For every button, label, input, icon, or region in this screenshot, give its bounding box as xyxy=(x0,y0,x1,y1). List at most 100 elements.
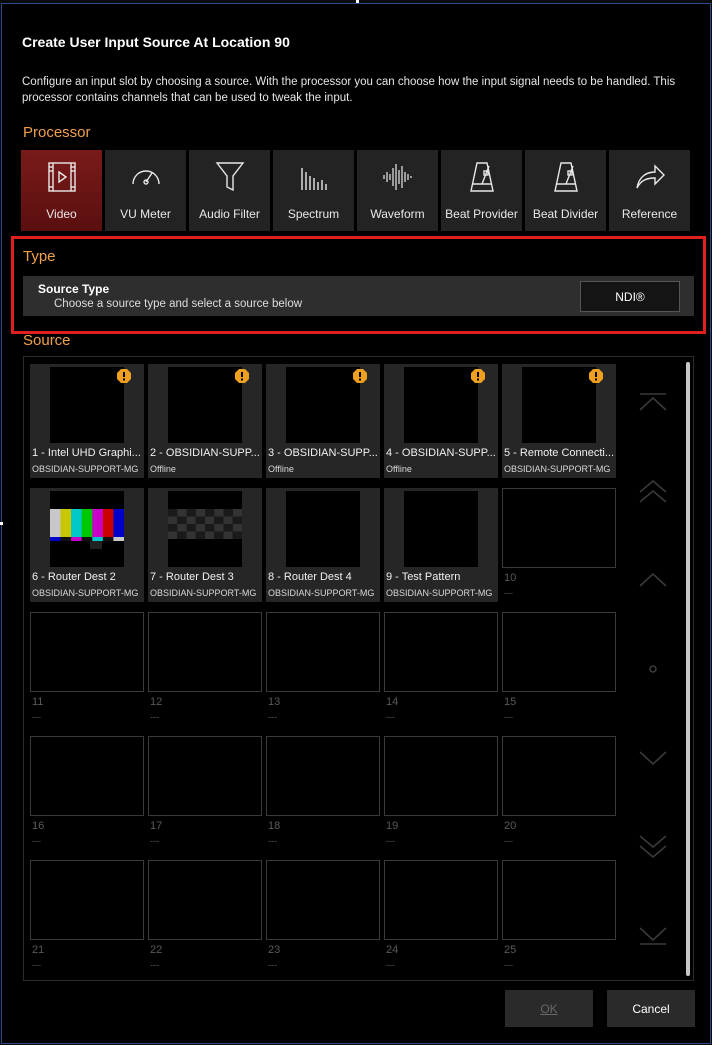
source-thumbnail xyxy=(502,860,616,940)
source-thumbnail xyxy=(502,736,616,816)
source-tile[interactable]: 24 --- xyxy=(384,860,498,974)
ok-button[interactable]: OK xyxy=(505,990,593,1027)
source-tile[interactable]: 1 - Intel UHD Graphi... OBSIDIAN-SUPPORT-… xyxy=(30,364,144,478)
source-name: 23 xyxy=(268,944,281,956)
source-tile[interactable]: 10 --- xyxy=(502,488,616,602)
source-tile[interactable]: 21 --- xyxy=(30,860,144,974)
source-name: 9 - Test Pattern xyxy=(386,571,461,583)
line-down-icon[interactable] xyxy=(636,742,670,772)
source-tile[interactable]: 18 --- xyxy=(266,736,380,850)
source-name: 14 xyxy=(386,696,399,708)
source-name: 18 xyxy=(268,820,281,832)
source-host: --- xyxy=(32,836,41,846)
source-name: 22 xyxy=(150,944,163,956)
source-thumbnail xyxy=(148,860,262,940)
source-host: Offline xyxy=(268,464,294,474)
page-down-icon[interactable] xyxy=(636,830,670,860)
first-page-icon[interactable] xyxy=(636,390,670,420)
source-thumbnail xyxy=(384,860,498,940)
source-thumbnail xyxy=(266,860,380,940)
source-tile[interactable]: 16 --- xyxy=(30,736,144,850)
source-tile[interactable]: 22 --- xyxy=(148,860,262,974)
center-dot-icon[interactable] xyxy=(636,654,670,684)
source-tile[interactable]: 15 --- xyxy=(502,612,616,726)
processor-beat-divider-button[interactable]: Beat Divider xyxy=(525,150,606,231)
warning-icon xyxy=(116,368,132,384)
source-tile[interactable]: 25 --- xyxy=(502,860,616,974)
source-host: --- xyxy=(150,712,159,722)
source-thumbnail xyxy=(502,612,616,692)
cancel-button[interactable]: Cancel xyxy=(607,990,695,1027)
source-tile[interactable]: 8 - Router Dest 4 OBSIDIAN-SUPPORT-MG xyxy=(266,488,380,602)
processor-reference-button[interactable]: Reference xyxy=(609,150,690,231)
last-page-icon[interactable] xyxy=(636,918,670,948)
source-type-button[interactable]: NDI® xyxy=(580,281,680,312)
source-thumbnail xyxy=(384,612,498,692)
source-host: OBSIDIAN-SUPPORT-MG xyxy=(504,464,611,474)
source-host: --- xyxy=(268,836,277,846)
source-name: 5 - Remote Connecti... xyxy=(504,447,614,459)
metronome-icon xyxy=(549,160,583,194)
source-thumbnail xyxy=(168,367,242,443)
page-up-icon[interactable] xyxy=(636,478,670,508)
source-host: --- xyxy=(268,712,277,722)
source-name: 7 - Router Dest 3 xyxy=(150,571,234,583)
source-thumbnail xyxy=(30,860,144,940)
source-tile[interactable]: 7 - Router Dest 3 OBSIDIAN-SUPPORT-MG xyxy=(148,488,262,602)
source-type-title: Source Type xyxy=(38,282,110,296)
source-name: 3 - OBSIDIAN-SUPP... xyxy=(268,447,378,459)
waveform-icon xyxy=(381,160,415,194)
processor-spectrum-button[interactable]: Spectrum xyxy=(273,150,354,231)
source-thumbnail xyxy=(266,612,380,692)
source-thumbnail xyxy=(30,612,144,692)
source-name: 4 - OBSIDIAN-SUPP... xyxy=(386,447,496,459)
line-up-icon[interactable] xyxy=(636,566,670,596)
source-thumbnail xyxy=(404,491,478,567)
ok-button-label: OK xyxy=(540,1001,558,1016)
source-tile[interactable]: 14 --- xyxy=(384,612,498,726)
source-thumbnail xyxy=(148,612,262,692)
warning-icon xyxy=(234,368,250,384)
source-tile[interactable]: 9 - Test Pattern OBSIDIAN-SUPPORT-MG xyxy=(384,488,498,602)
source-tile[interactable]: 3 - OBSIDIAN-SUPP... Offline xyxy=(266,364,380,478)
source-tile[interactable]: 19 --- xyxy=(384,736,498,850)
source-tile[interactable]: 5 - Remote Connecti... OBSIDIAN-SUPPORT-M… xyxy=(502,364,616,478)
source-thumbnail xyxy=(30,736,144,816)
source-tile[interactable]: 2 - OBSIDIAN-SUPP... Offline xyxy=(148,364,262,478)
source-host: OBSIDIAN-SUPPORT-MG xyxy=(268,588,375,598)
source-tile[interactable]: 6 - Router Dest 2 OBSIDIAN-SUPPORT-MG xyxy=(30,488,144,602)
scrollbar[interactable] xyxy=(686,362,690,976)
source-name: 1 - Intel UHD Graphi... xyxy=(32,447,141,459)
source-thumbnail xyxy=(522,367,596,443)
processor-button-label: Waveform xyxy=(370,207,425,221)
source-tile[interactable]: 13 --- xyxy=(266,612,380,726)
source-thumbnail xyxy=(266,736,380,816)
source-host: --- xyxy=(150,960,159,970)
source-host: --- xyxy=(504,836,513,846)
processor-vu-meter-button[interactable]: VU Meter xyxy=(105,150,186,231)
color-bars-thumbnail xyxy=(50,491,125,567)
source-tile[interactable]: 12 --- xyxy=(148,612,262,726)
source-host: Offline xyxy=(150,464,176,474)
processor-beat-provider-button[interactable]: Beat Provider xyxy=(441,150,522,231)
funnel-icon xyxy=(213,160,247,194)
source-host: --- xyxy=(504,588,513,598)
processor-waveform-button[interactable]: Waveform xyxy=(357,150,438,231)
source-tile[interactable]: 20 --- xyxy=(502,736,616,850)
dialog-title: Create User Input Source At Location 90 xyxy=(22,34,290,50)
processor-video-button[interactable]: Video xyxy=(21,150,102,231)
source-host: --- xyxy=(386,836,395,846)
processor-audio-filter-button[interactable]: Audio Filter xyxy=(189,150,270,231)
source-host: OBSIDIAN-SUPPORT-MG xyxy=(32,588,139,598)
source-host: --- xyxy=(32,960,41,970)
source-tile[interactable]: 11 --- xyxy=(30,612,144,726)
source-tile[interactable]: 17 --- xyxy=(148,736,262,850)
source-tile[interactable]: 23 --- xyxy=(266,860,380,974)
edge-marker xyxy=(0,522,3,525)
processor-button-label: Video xyxy=(46,207,77,221)
source-tile[interactable]: 4 - OBSIDIAN-SUPP... Offline xyxy=(384,364,498,478)
source-name: 8 - Router Dest 4 xyxy=(268,571,352,583)
processor-button-label: Audio Filter xyxy=(199,207,260,221)
warning-icon xyxy=(352,368,368,384)
source-thumbnail xyxy=(404,367,478,443)
